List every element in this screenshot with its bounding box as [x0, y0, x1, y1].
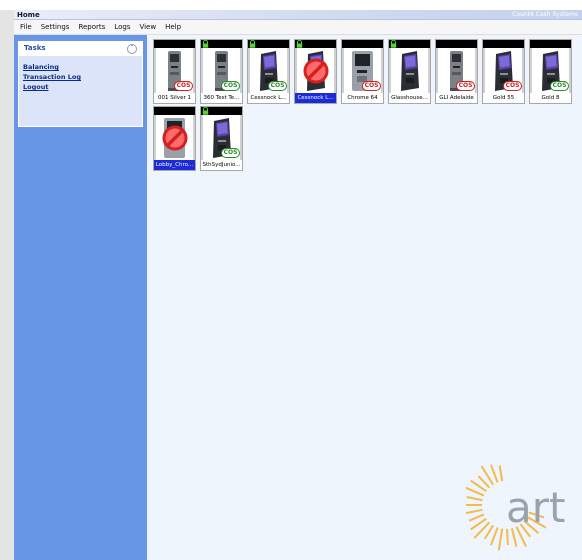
machine-name: 360 Test Te... — [201, 93, 242, 103]
tasks-panel: Tasks ˆ Balancing Transaction Log Logout — [18, 41, 143, 127]
sidebar: Tasks ˆ Balancing Transaction Log Logout — [14, 35, 147, 560]
machine-tile[interactable]: Lobby_Chro... — [153, 106, 196, 171]
machine-tile[interactable]: Cessnock L... — [294, 39, 337, 104]
menu-file[interactable]: File — [20, 23, 32, 31]
cos-badge: COS — [362, 81, 381, 91]
status-bar — [154, 40, 195, 48]
machine-name: Gold 8 — [530, 93, 571, 103]
machine-name: GLI Adelaide — [436, 93, 477, 103]
machine-name: Lobby_Chro... — [154, 160, 195, 170]
brand-text: Count4 Cash Systems — [512, 11, 578, 18]
cos-badge: COS — [221, 81, 240, 91]
lock-icon — [202, 106, 209, 115]
logout-link[interactable]: Logout — [23, 82, 142, 92]
cos-badge: COS — [550, 81, 569, 91]
cos-badge: COS — [268, 81, 287, 91]
status-bar — [154, 107, 195, 115]
lock-icon — [202, 39, 209, 48]
status-bar — [342, 40, 383, 48]
menu-reports[interactable]: Reports — [78, 23, 105, 31]
window-title: Home — [17, 11, 40, 19]
menu-view[interactable]: View — [139, 23, 156, 31]
cos-badge: COS — [221, 148, 240, 158]
cos-badge: COS — [174, 81, 193, 91]
machine-tile[interactable]: COS GLI Adelaide — [435, 39, 478, 104]
menu-settings[interactable]: Settings — [41, 23, 70, 31]
transaction-log-link[interactable]: Transaction Log — [23, 72, 142, 82]
machine-name: Chrome 64 — [342, 93, 383, 103]
top-strip — [0, 0, 582, 10]
machine-name: Cessnock L... — [295, 93, 336, 103]
title-bar: Home Count4 Cash Systems — [14, 10, 582, 20]
machine-name: Glasshouse... — [389, 93, 430, 103]
machine-tile[interactable]: COS 360 Test Te... — [200, 39, 243, 104]
menu-logs[interactable]: Logs — [114, 23, 130, 31]
status-bar — [483, 40, 524, 48]
cos-badge: COS — [456, 81, 475, 91]
machine-name: Cessnock L... — [248, 93, 289, 103]
machine-tile[interactable]: COS Gold 8 — [529, 39, 572, 104]
art-logo: art — [466, 464, 565, 551]
machine-tile[interactable]: COS Cessnock L... — [247, 39, 290, 104]
balancing-link[interactable]: Balancing — [23, 62, 142, 72]
machine-tile[interactable]: COS Chrome 64 — [341, 39, 384, 104]
collapse-chevron-icon[interactable]: ˆ — [127, 44, 137, 54]
lock-icon — [296, 39, 303, 48]
status-bar — [530, 40, 571, 48]
machine-image — [391, 48, 428, 94]
logo-text: art — [506, 483, 565, 532]
menu-bar: File Settings Reports Logs View Help — [14, 20, 582, 35]
machine-tile[interactable]: COS 001 Silver 1 — [153, 39, 196, 104]
tasks-header[interactable]: Tasks ˆ — [19, 42, 142, 56]
machine-name: SthSydJunio... — [201, 160, 242, 170]
menu-help[interactable]: Help — [165, 23, 181, 31]
lock-icon — [390, 39, 397, 48]
lock-icon — [249, 39, 256, 48]
machine-name: 001 Silver 1 — [154, 93, 195, 103]
machine-tile[interactable]: COS Gold 55 — [482, 39, 525, 104]
tasks-title: Tasks — [24, 44, 46, 52]
machine-tile[interactable]: Glasshouse... — [388, 39, 431, 104]
left-margin — [0, 10, 14, 560]
machine-name: Gold 55 — [483, 93, 524, 103]
status-bar — [436, 40, 477, 48]
cos-badge: COS — [503, 81, 522, 91]
machine-tile[interactable]: COS SthSydJunio... — [200, 106, 243, 171]
